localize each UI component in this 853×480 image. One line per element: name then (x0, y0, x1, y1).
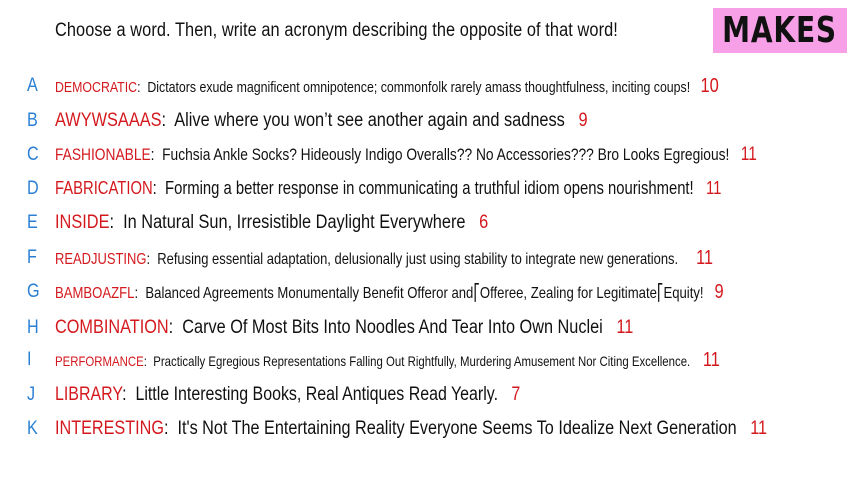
entry-score: 10 (700, 75, 719, 97)
entry-word: BAMBOAZFL (55, 285, 135, 302)
brand-label: MAKES (722, 10, 838, 51)
entry-content: PERFORMANCE: Practically Egregious Repre… (55, 349, 720, 371)
entry-letter: J (27, 384, 36, 405)
entry-score: 9 (578, 110, 588, 131)
entry-word: DEMOCRATIC (55, 79, 138, 96)
entry-score: 11 (740, 144, 757, 165)
entry-content: BAMBOAZFL: Balanced Agreements Monumenta… (55, 281, 724, 303)
entry-word: LIBRARY (55, 384, 123, 405)
entry-acronym: It's Not The Entertaining Reality Everyo… (177, 418, 737, 439)
entry-acronym: Dictators exude magnificent omnipotence;… (147, 79, 691, 96)
entry-word: COMBINATION (55, 317, 169, 338)
entry-letter: H (27, 317, 39, 338)
entry-score: 7 (511, 384, 521, 405)
entry-word: READJUSTING (55, 251, 147, 268)
entry-letter: K (27, 418, 38, 439)
entry-acronym: Fuchsia Ankle Socks? Hideously Indigo Ov… (162, 145, 730, 164)
entry-acronym: Practically Egregious Representations Fa… (153, 353, 691, 369)
entry-word: FABRICATION (55, 178, 153, 198)
entry-acronym: Forming a better response in communicati… (165, 178, 694, 198)
entry-content: COMBINATION: Carve Of Most Bits Into Noo… (55, 317, 634, 338)
entry-acronym: Balanced Agreements Monumentally Benefit… (145, 285, 704, 302)
entry-content: DEMOCRATIC: Dictators exude magnificent … (55, 75, 719, 97)
entry-score: 11 (706, 178, 722, 198)
entry-content: INSIDE: In Natural Sun, Irresistible Day… (55, 212, 489, 233)
entry-score: 11 (702, 349, 720, 371)
entry-letter: C (27, 144, 39, 165)
entry-word: INSIDE (55, 212, 110, 233)
entry-score: 9 (714, 281, 724, 303)
entry-acronym: Carve Of Most Bits Into Noodles And Tear… (182, 317, 603, 338)
entry-content: READJUSTING: Refusing essential adaptati… (55, 247, 713, 269)
entry-content: AWYWSAAAS: Alive where you won’t see ano… (55, 110, 588, 131)
entry-letter: G (27, 281, 40, 302)
entry-letter: E (27, 212, 38, 233)
brand-badge: MAKES (713, 8, 847, 53)
entry-word: PERFORMANCE (55, 353, 144, 369)
entry-content: LIBRARY: Little Interesting Books, Real … (55, 384, 521, 405)
entry-content: FABRICATION: Forming a better response i… (55, 178, 722, 198)
entry-score: 6 (479, 212, 489, 233)
entry-letter: D (27, 178, 39, 199)
entry-score: 11 (696, 247, 713, 269)
entry-letter: A (27, 75, 38, 96)
entry-letter: I (27, 349, 32, 370)
prompt-text: Choose a word. Then, write an acronym de… (55, 20, 618, 41)
entry-acronym: Little Interesting Books, Real Antiques … (135, 384, 499, 405)
entry-acronym: Refusing essential adaptation, delusiona… (157, 251, 679, 268)
entry-letter: F (27, 247, 37, 268)
entry-acronym: In Natural Sun, Irresistible Daylight Ev… (123, 212, 466, 233)
entry-content: INTERESTING: It's Not The Entertaining R… (55, 418, 768, 439)
entry-letter: B (27, 110, 38, 131)
entry-acronym: Alive where you won’t see another again … (174, 110, 565, 131)
entry-score: 11 (616, 317, 634, 338)
entry-content: FASHIONABLE: Fuchsia Ankle Socks? Hideou… (55, 144, 757, 165)
entry-score: 11 (750, 418, 768, 439)
entry-word: FASHIONABLE (55, 145, 151, 164)
entry-word: INTERESTING (55, 418, 164, 439)
entry-word: AWYWSAAAS (55, 110, 162, 131)
